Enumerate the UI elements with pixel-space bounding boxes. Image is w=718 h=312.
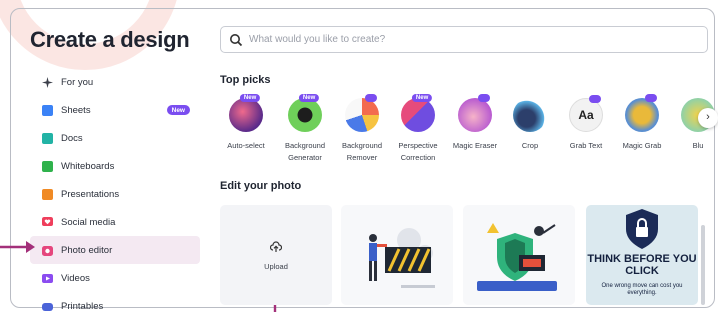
perspective-correction-icon: New	[401, 94, 435, 132]
video-icon	[42, 273, 53, 283]
pick-label: Magic Eraser	[452, 141, 498, 150]
pick-label: Grab Text	[569, 141, 603, 150]
lock-shield-icon	[626, 209, 658, 249]
pick-magic-eraser[interactable]: Magic Eraser	[445, 94, 505, 152]
pick-label: Blu	[692, 141, 704, 150]
sidebar-item-printables[interactable]: Printables	[30, 292, 200, 312]
grab-text-icon: Aa	[569, 95, 603, 132]
magic-eraser-icon	[458, 94, 492, 132]
crown-icon	[478, 94, 491, 102]
pick-background-remover[interactable]: Background Remover	[332, 94, 392, 164]
page-title: Create a design	[30, 27, 190, 52]
edit-photo-title: Edit your photo	[220, 180, 302, 192]
security-illustration	[477, 223, 557, 291]
docs-icon	[42, 132, 53, 144]
new-badge: New	[166, 105, 190, 115]
crown-icon	[589, 95, 602, 103]
sidebar-item-label: Photo editor	[61, 244, 113, 256]
magic-grab-icon	[625, 94, 659, 132]
template-card-think-before-you-click[interactable]: THINK BEFORE YOU CLICK One wrong move ca…	[586, 205, 698, 305]
pick-label: Crop	[521, 141, 539, 150]
camera-icon	[42, 245, 53, 256]
sidebar-item-whiteboards[interactable]: Whiteboards	[30, 152, 200, 180]
pointer-arrow-right-icon	[0, 241, 35, 253]
sidebar-item-presentations[interactable]: Presentations	[30, 180, 200, 208]
sidebar-item-label: Videos	[61, 272, 90, 284]
pick-perspective-correction[interactable]: New Perspective Correction	[388, 94, 448, 164]
pick-label: Background Remover	[341, 141, 383, 162]
pick-grab-text[interactable]: Aa Grab Text	[556, 95, 616, 152]
print-icon	[42, 302, 53, 311]
template-card-construction[interactable]	[341, 205, 453, 305]
upload-card[interactable]: Upload	[220, 205, 332, 305]
top-picks-row: New Auto-select New Background Generator…	[220, 94, 715, 168]
upload-label: Upload	[264, 262, 288, 271]
new-badge: New	[298, 94, 320, 102]
sparkle-icon	[42, 76, 53, 88]
template-card-security[interactable]	[463, 205, 575, 305]
presentation-icon	[42, 188, 53, 200]
new-badge: New	[239, 94, 261, 102]
sidebar-item-label: Whiteboards	[61, 160, 115, 172]
auto-select-icon: New	[229, 94, 263, 132]
sidebar-item-docs[interactable]: Docs	[30, 124, 200, 152]
search-placeholder: What would you like to create?	[249, 34, 386, 45]
pick-auto-select[interactable]: New Auto-select	[216, 94, 276, 152]
sidebar-item-label: Sheets	[61, 104, 91, 116]
sidebar: For you Sheets New Docs Whiteboards Pres…	[30, 68, 200, 312]
sidebar-item-videos[interactable]: Videos	[30, 264, 200, 292]
sidebar-item-label: Printables	[61, 300, 104, 312]
heart-icon	[42, 216, 53, 226]
search-icon	[230, 33, 243, 46]
top-picks-title: Top picks	[220, 74, 271, 86]
whiteboard-icon	[42, 160, 53, 172]
pick-label: Background Generator	[284, 141, 326, 162]
scrollbar[interactable]	[701, 225, 705, 305]
new-badge: New	[411, 94, 433, 102]
pick-label: Auto-select	[227, 141, 265, 150]
crown-icon	[365, 94, 378, 102]
pick-label: Magic Grab	[622, 141, 662, 150]
pick-label: Perspective Correction	[398, 141, 438, 162]
pick-crop[interactable]: Crop	[500, 98, 560, 152]
sidebar-item-for-you[interactable]: For you	[30, 68, 200, 96]
pick-background-generator[interactable]: New Background Generator	[275, 94, 335, 164]
crown-icon	[645, 94, 658, 102]
sidebar-item-label: Social media	[61, 216, 116, 228]
sidebar-item-sheets[interactable]: Sheets New	[30, 96, 200, 124]
background-remover-icon	[345, 94, 379, 132]
sidebar-item-social-media[interactable]: Social media	[30, 208, 200, 236]
sheets-icon	[42, 104, 53, 116]
sidebar-item-label: Docs	[61, 132, 83, 144]
construction-illustration	[369, 228, 435, 288]
upload-cloud-icon	[270, 241, 282, 252]
sidebar-item-label: Presentations	[61, 188, 120, 200]
chevron-right-icon[interactable]: ›	[698, 108, 718, 128]
card-heading: THINK BEFORE YOU CLICK	[587, 253, 697, 277]
crop-icon	[513, 98, 547, 132]
background-generator-icon: New	[288, 94, 322, 132]
pick-magic-grab[interactable]: Magic Grab	[612, 94, 672, 152]
card-subtext: One wrong move can cost you everything.	[601, 283, 683, 296]
search-input[interactable]: What would you like to create?	[220, 26, 708, 53]
sidebar-item-label: For you	[61, 76, 94, 88]
sidebar-item-photo-editor[interactable]: Photo editor	[30, 236, 200, 264]
